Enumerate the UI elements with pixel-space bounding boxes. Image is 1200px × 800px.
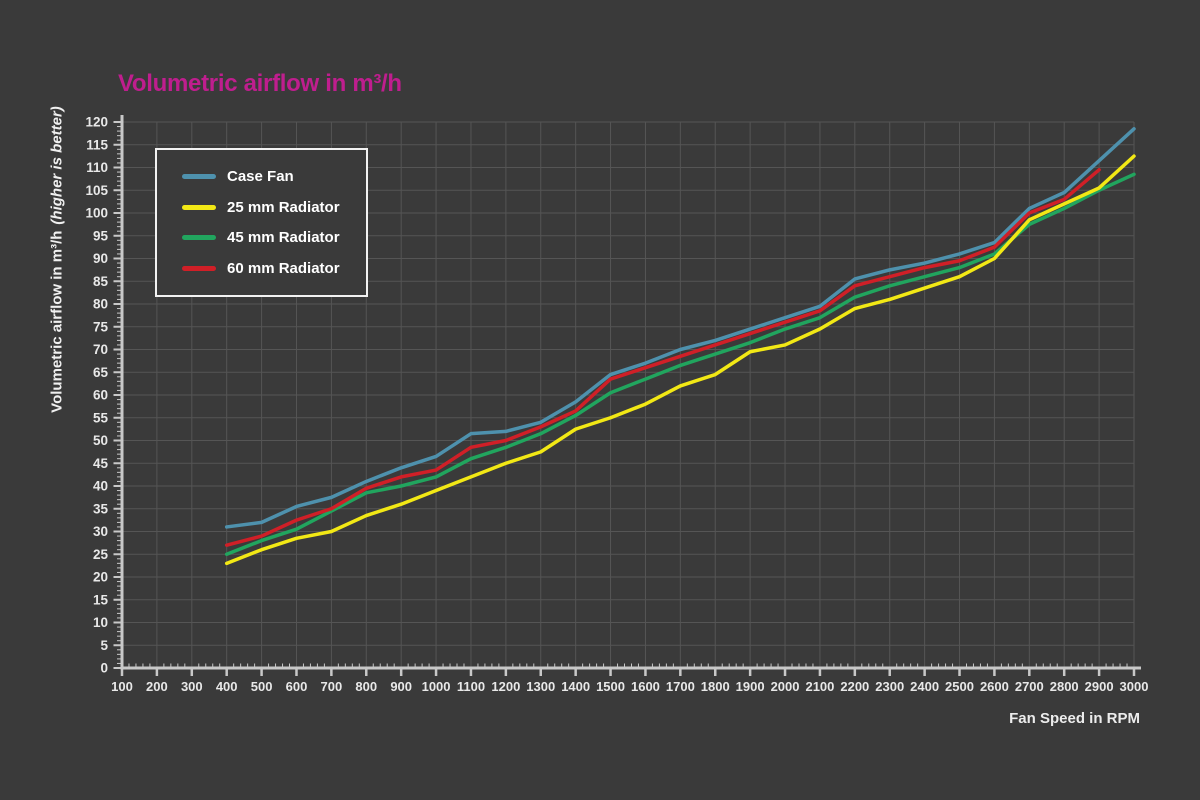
airflow-chart: 0 5 10 15 20 25 30 35 40 45 50 55 60 65 70 75 80 85 90 95 10… (0, 0, 1200, 800)
x-axis-title: Fan Speed in RPM (1009, 710, 1140, 727)
x-tick-label: 1100 (457, 679, 485, 694)
x-tick-label: 2900 (1085, 679, 1114, 694)
legend-label: 25 mm Radiator (227, 199, 340, 216)
x-tick-label: 1000 (422, 679, 451, 694)
legend-label: Case Fan (227, 168, 294, 185)
x-tick-label: 800 (355, 679, 377, 694)
x-tick-label: 200 (146, 679, 168, 694)
y-tick-label: 85 (93, 274, 109, 289)
y-tick-label: 45 (93, 456, 109, 471)
y-tick-label: 95 (93, 228, 109, 243)
x-tick-label: 1700 (666, 679, 695, 694)
x-tick-label: 1500 (596, 679, 625, 694)
legend-item: Case Fan (182, 168, 358, 185)
x-tick-label: 3000 (1120, 679, 1149, 694)
x-tick-label: 2100 (805, 679, 834, 694)
x-tick-label: 500 (251, 679, 273, 694)
x-tick-label: 2200 (840, 679, 869, 694)
legend-swatch (182, 174, 216, 179)
x-tick-label: 2600 (980, 679, 1009, 694)
x-tick-label: 1300 (526, 679, 555, 694)
x-tick-label: 2700 (1015, 679, 1044, 694)
legend-label: 45 mm Radiator (227, 229, 340, 246)
x-tick-label: 1600 (631, 679, 660, 694)
x-tick-label: 1900 (736, 679, 765, 694)
legend-item: 45 mm Radiator (182, 229, 358, 246)
y-tick-label: 35 (93, 501, 109, 516)
legend-label: 60 mm Radiator (227, 260, 340, 277)
y-axis-title-text: Volumetric airflow in m³/h (49, 231, 66, 413)
y-tick-label: 5 (100, 638, 108, 653)
y-tick-label: 110 (86, 160, 108, 175)
x-tick-label: 100 (111, 679, 133, 694)
chart-title: Volumetric airflow in m³/h (118, 70, 402, 98)
x-tick-label: 1200 (491, 679, 520, 694)
y-tick-label: 70 (93, 342, 108, 357)
y-tick-label: 50 (93, 433, 108, 448)
x-tick-label: 900 (390, 679, 412, 694)
x-tick-label: 1400 (561, 679, 590, 694)
x-tick-label: 300 (181, 679, 203, 694)
y-tick-label: 20 (93, 570, 108, 585)
legend-item: 25 mm Radiator (182, 199, 358, 216)
y-tick-label: 100 (85, 206, 108, 221)
y-tick-label: 105 (85, 183, 108, 198)
x-tick-label: 2500 (945, 679, 974, 694)
x-tick-label: 400 (216, 679, 238, 694)
legend-item: 60 mm Radiator (182, 260, 358, 277)
y-tick-label: 115 (86, 137, 108, 152)
y-tick-label: 120 (85, 115, 108, 130)
y-tick-label: 30 (93, 524, 108, 539)
x-tick-label: 2000 (771, 679, 800, 694)
y-tick-label: 60 (93, 388, 108, 403)
x-tick-label: 600 (286, 679, 308, 694)
y-axis-title-note: (higher is better) (49, 106, 66, 224)
x-tick-label: 700 (321, 679, 343, 694)
x-tick-label: 2400 (910, 679, 939, 694)
y-tick-label: 40 (93, 479, 108, 494)
y-axis-title: Volumetric airflow in m³/h (higher is bet… (49, 100, 66, 420)
legend-box: Case Fan 25 mm Radiator 45 mm Radiator 60 m… (155, 148, 368, 297)
y-tick-label: 10 (93, 615, 108, 630)
legend-swatch (182, 235, 216, 240)
y-tick-label: 80 (93, 297, 108, 312)
y-tick-label: 25 (93, 547, 109, 562)
x-tick-label: 1800 (701, 679, 730, 694)
y-tick-label: 65 (93, 365, 109, 380)
x-tick-label: 2800 (1050, 679, 1079, 694)
y-tick-label: 0 (100, 661, 108, 676)
legend-swatch (182, 266, 216, 271)
y-tick-label: 75 (93, 319, 109, 334)
legend-swatch (182, 205, 216, 210)
y-tick-label: 90 (93, 251, 108, 266)
y-tick-label: 55 (93, 410, 109, 425)
y-tick-label: 15 (93, 592, 109, 607)
x-tick-label: 2300 (875, 679, 904, 694)
